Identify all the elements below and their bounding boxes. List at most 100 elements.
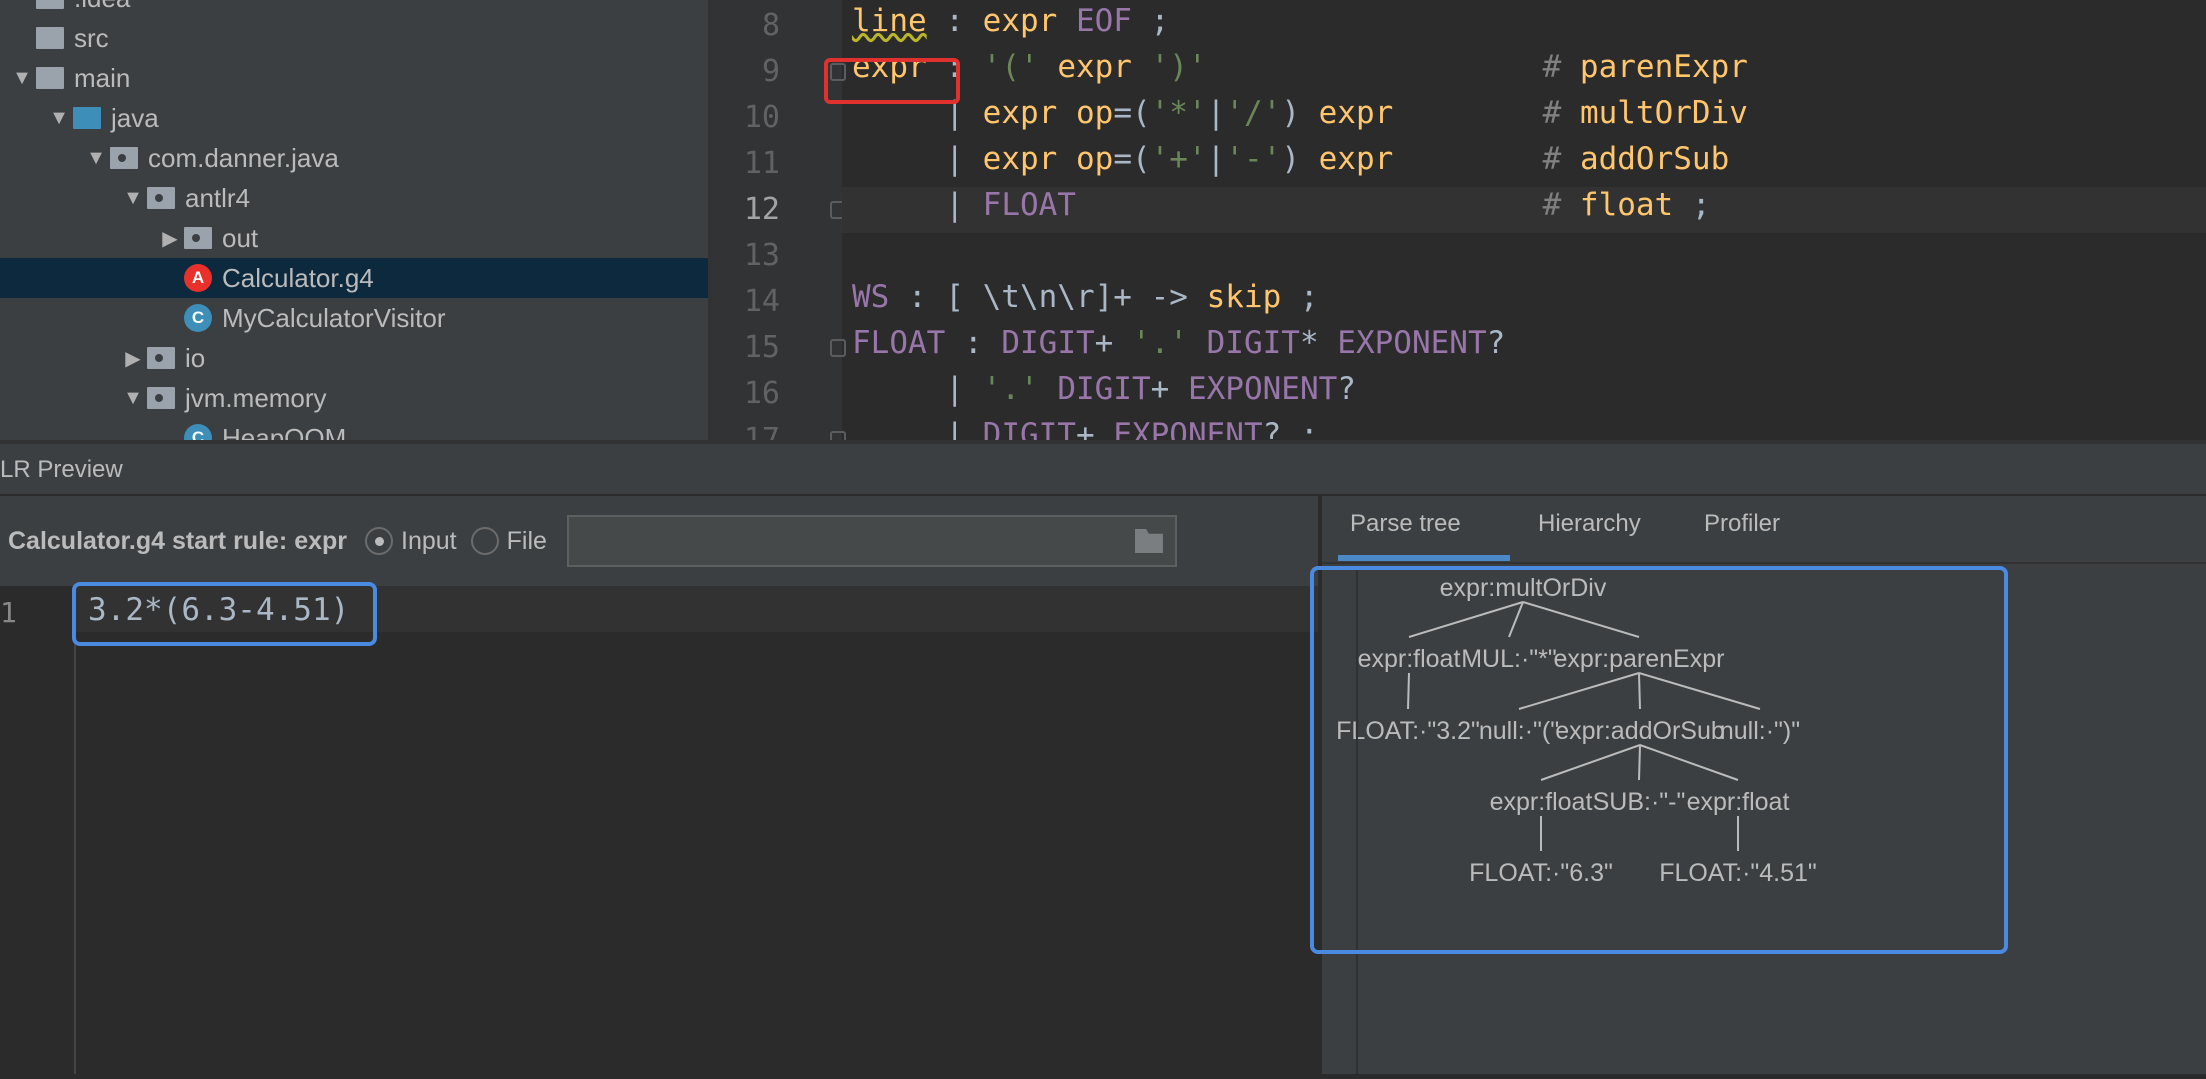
line-number: 15 xyxy=(743,330,780,365)
project-tree-item[interactable]: src xyxy=(0,18,710,58)
code-token: EOF xyxy=(1057,3,1132,39)
antlr-file-icon: A xyxy=(184,264,212,292)
project-tree-item[interactable]: ▼ java xyxy=(0,98,710,138)
fold-marker-icon[interactable] xyxy=(830,431,846,440)
chevron-down-icon[interactable]: ▼ xyxy=(119,387,147,410)
chevron-down-icon[interactable]: ▼ xyxy=(119,187,147,210)
package-icon xyxy=(147,347,175,369)
annotation-blue-box-input xyxy=(72,582,377,646)
code-token: ; xyxy=(1673,187,1711,223)
chevron-right-icon[interactable]: ▶ xyxy=(156,226,184,251)
code-line[interactable]: expr : '(' expr ')' # parenExpr xyxy=(852,49,1748,95)
chevron-down-icon[interactable]: ▼ xyxy=(45,107,73,130)
class-icon: C xyxy=(184,424,212,440)
chevron-down-icon[interactable]: ▼ xyxy=(82,147,110,170)
folder-icon xyxy=(36,27,64,49)
annotation-red-box xyxy=(824,58,960,104)
code-token: '.' xyxy=(1131,325,1188,361)
project-tree-label: out xyxy=(222,222,259,253)
code-line[interactable]: | expr op=('+'|'-') expr # addOrSub xyxy=(852,141,1729,187)
code-token: expr xyxy=(1318,95,1394,131)
code-token: EXPONENT xyxy=(1113,417,1263,440)
file-path-field[interactable] xyxy=(566,515,1177,567)
folder-icon xyxy=(36,0,64,9)
input-radio[interactable] xyxy=(365,527,394,555)
folder-icon xyxy=(73,107,101,129)
tab-parse-tree[interactable]: Parse tree xyxy=(1350,510,1461,538)
active-tab-underline xyxy=(1338,555,1510,561)
chevron-right-icon[interactable]: ▶ xyxy=(119,346,147,371)
code-token: '/' xyxy=(1225,95,1282,131)
project-tree-item[interactable]: .idea xyxy=(0,0,710,18)
project-tree-label: antlr4 xyxy=(185,182,251,213)
line-number: 8 xyxy=(761,8,780,43)
project-tree-label: .idea xyxy=(74,0,130,14)
code-line[interactable]: | FLOAT # float ; xyxy=(852,187,1711,233)
code-token: multOrDiv xyxy=(1579,95,1748,131)
project-tree-label: src xyxy=(74,22,109,53)
line-number: 10 xyxy=(743,100,780,135)
chevron-down-icon[interactable]: ▼ xyxy=(8,67,36,90)
input-gutter: 1 xyxy=(0,586,76,1074)
grammar-start-rule-label: Calculator.g4 start rule: expr xyxy=(8,526,348,555)
fold-marker-icon[interactable] xyxy=(830,339,846,357)
project-tree-item[interactable]: A Calculator.g4 xyxy=(0,258,710,298)
code-line[interactable]: | DIGIT+ EXPONENT? ; xyxy=(852,417,1318,440)
package-icon xyxy=(147,387,175,409)
code-line[interactable]: line : expr EOF ; xyxy=(852,3,1169,49)
code-token: : xyxy=(926,3,983,39)
project-tree-item[interactable]: ▼ main xyxy=(0,58,710,98)
project-tree-item[interactable]: ▶ out xyxy=(0,218,710,258)
code-token: FLOAT xyxy=(852,325,946,361)
code-token: expr xyxy=(1038,49,1151,85)
code-token: skip xyxy=(1206,279,1282,315)
code-token: WS xyxy=(852,279,890,315)
file-radio[interactable] xyxy=(470,527,499,555)
code-token: | xyxy=(852,141,983,177)
project-tree: .ideasrc▼main▼java▼com.danner.java▼antlr… xyxy=(0,0,710,440)
code-token: # xyxy=(1542,49,1580,85)
project-tree-item[interactable]: ▼ com.danner.java xyxy=(0,138,710,178)
line-number: 14 xyxy=(743,284,780,319)
project-tree-item[interactable]: ▼ antlr4 xyxy=(0,178,710,218)
project-tree-item[interactable]: ▶ io xyxy=(0,338,710,378)
code-line[interactable]: | expr op=('*'|'/') expr # multOrDiv xyxy=(852,95,1748,141)
code-line[interactable]: FLOAT : DIGIT+ '.' DIGIT* EXPONENT? xyxy=(852,325,1505,371)
code-token: =( xyxy=(1113,95,1151,131)
code-line[interactable]: | '.' DIGIT+ EXPONENT? xyxy=(852,371,1356,417)
project-tree-label: io xyxy=(185,342,206,373)
project-tree-item[interactable]: ▼ jvm.memory xyxy=(0,378,710,418)
code-token: + xyxy=(1150,371,1188,407)
code-token: ; xyxy=(1281,279,1319,315)
code-token: op xyxy=(1057,95,1114,131)
browse-folder-icon[interactable] xyxy=(1134,529,1163,553)
project-tree-item[interactable]: C HeapOOM xyxy=(0,418,710,440)
code-token: | xyxy=(1206,141,1226,177)
code-token: # xyxy=(1542,187,1580,223)
result-tabs: Parse tree Hierarchy Profiler xyxy=(1322,496,2206,564)
code-token: parenExpr xyxy=(1579,49,1748,85)
input-editor[interactable]: 1 3.2*(6.3-4.51) xyxy=(0,582,1318,1074)
code-token: DIGIT xyxy=(1038,371,1151,407)
editor-gutter: 8 9 10 11 12 13 14 15 16 17 xyxy=(712,0,846,440)
code-token: + xyxy=(1075,417,1114,440)
code-token: expr xyxy=(982,95,1058,131)
code-token: # xyxy=(1542,95,1580,131)
code-token: addOrSub xyxy=(1579,141,1730,177)
code-token: | xyxy=(852,371,983,407)
line-number: 9 xyxy=(761,54,780,89)
tab-profiler[interactable]: Profiler xyxy=(1704,510,1780,538)
code-token: DIGIT xyxy=(1001,325,1095,361)
code-token: DIGIT xyxy=(1187,325,1300,361)
input-radio-label[interactable]: Input xyxy=(401,527,457,556)
project-tree-item[interactable]: C MyCalculatorVisitor xyxy=(0,298,710,338)
annotation-blue-box-tree xyxy=(1310,566,2008,954)
code-token: expr xyxy=(1318,141,1394,177)
code-line[interactable]: WS : [ \t\n\r]+ -> skip ; xyxy=(852,279,1319,325)
code-token: ) xyxy=(1281,95,1319,131)
preview-tool-window-header: LR Preview xyxy=(0,444,2206,496)
file-radio-label[interactable]: File xyxy=(507,527,547,556)
code-token: ? xyxy=(1486,325,1506,361)
tab-hierarchy[interactable]: Hierarchy xyxy=(1538,510,1641,538)
